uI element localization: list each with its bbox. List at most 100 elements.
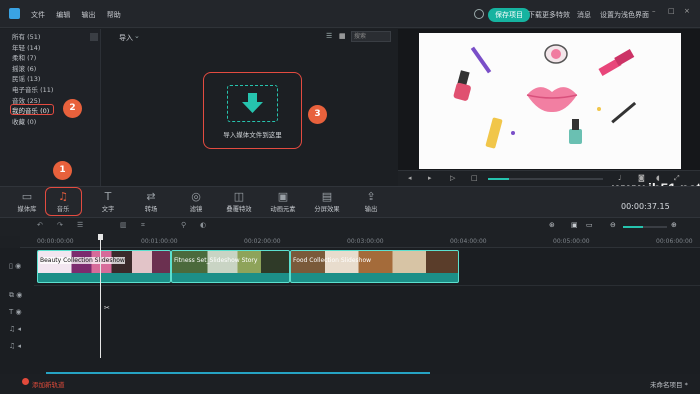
ruler-tick: 00:02:00:00 (244, 238, 281, 245)
callout-drop-zone (203, 72, 302, 149)
delete-icon[interactable]: ▥ (120, 221, 127, 229)
zoom-slider-fill (623, 226, 643, 228)
crop-icon[interactable]: ⌗ (141, 221, 145, 230)
stop-icon[interactable]: □ (471, 174, 478, 182)
playback-progress (488, 178, 509, 180)
split-screen-icon: ▤ (321, 190, 333, 203)
tool-split-screen[interactable]: ▤ 分屏效果 (307, 189, 347, 214)
ruler-tick: 00:05:00:00 (553, 238, 590, 245)
tool-label: 输出 (364, 206, 378, 213)
search-input[interactable]: 搜索 (351, 31, 391, 42)
play-icon[interactable]: ▷ (450, 174, 455, 182)
callout-music-tab (45, 187, 82, 216)
headphone-icon[interactable] (474, 9, 484, 19)
step-back-icon[interactable]: ▸ (428, 174, 432, 182)
messages-link[interactable]: 消息 (577, 10, 591, 20)
tool-label: 转场 (144, 206, 158, 213)
maximize-icon[interactable]: □ (668, 7, 675, 15)
preview-image (419, 33, 681, 169)
tool-elements[interactable]: ▣ 动画元素 (263, 189, 303, 214)
theme-toggle-link[interactable]: 设置为浅色界面 (600, 10, 649, 20)
zoom-icon[interactable]: ⚲ (181, 221, 186, 229)
chevron-down-icon[interactable]: ⌄ (134, 32, 140, 40)
preview-timecode: 00:00:37.15 (621, 202, 670, 211)
timeline-controls: ↶ ↷ ☰ ▥ ⌗ ⚲ ◐ ⊛ ▣ ▭ ⊖ ⊕ (0, 218, 700, 236)
tool-label: 分屏效果 (314, 206, 340, 213)
save-project-button[interactable]: 保存项目 (488, 8, 530, 22)
cosmetics-illustration (453, 44, 637, 149)
playhead[interactable] (100, 236, 101, 358)
grid-view-icon[interactable]: ▦ (339, 32, 346, 40)
timeline-ruler: 00:00:00:00 00:01:00:00 00:02:00:00 00:0… (20, 236, 700, 248)
menu-file[interactable]: 文件 (31, 11, 45, 19)
tool-label: 滤镜 (189, 206, 203, 213)
video-clip[interactable]: Fitness Set_Slideshow Story (171, 250, 290, 283)
list-view-icon[interactable]: ☰ (326, 32, 332, 40)
scissors-icon[interactable]: ✂ (104, 304, 110, 312)
ruler-tick: 00:06:00:00 (656, 238, 693, 245)
ruler-tick: 00:01:00:00 (141, 238, 178, 245)
text-icon: T (104, 190, 112, 203)
image-icon: ▣ (277, 190, 289, 203)
tool-filter[interactable]: ◎ 滤镜 (176, 189, 216, 214)
library-item-favorites[interactable]: 收藏 (0) (0, 117, 100, 128)
fit-icon[interactable]: ▭ (586, 221, 593, 229)
library-item-folk[interactable]: 民谣 (13) (0, 74, 100, 85)
library-item-young[interactable]: 年轻 (14) (0, 43, 100, 54)
undo-icon[interactable]: ↶ (37, 221, 43, 229)
video-clip[interactable]: Food Collection Slideshow (290, 250, 459, 283)
app-logo (9, 8, 20, 19)
zoom-slider[interactable] (623, 226, 667, 228)
zoom-out-icon[interactable]: ⊖ (610, 221, 616, 229)
track-lines (34, 285, 700, 286)
ruler-tick: 00:04:00:00 (450, 238, 487, 245)
feature-toolbar: ▭ 媒体库 ♫ 音乐 T 文字 ⇄ 转场 ◎ 滤镜 ◫ 叠覆特效 ▣ 动画元素 ▤ 分屏效果 ⇪… (0, 186, 700, 218)
menu-export[interactable]: 输出 (81, 11, 95, 19)
project-name: 未命名项目 * (650, 381, 688, 389)
clip-title: Beauty Collection Slideshow (40, 257, 125, 264)
color-icon[interactable]: ◐ (200, 221, 206, 229)
filter-icon: ◎ (191, 190, 201, 203)
overlay-icon: ◫ (233, 190, 245, 203)
library-item-rock[interactable]: 摇滚 (6) (0, 64, 100, 75)
title-bar: 文件 编辑 输出 帮助 保存项目 下载更多特效 消息 设置为浅色界面 – □ × (0, 0, 700, 28)
status-bar: 添加新轨道 未命名项目 * (0, 374, 700, 394)
tool-overlay[interactable]: ◫ 叠覆特效 (219, 189, 259, 214)
add-track-icon[interactable] (22, 378, 29, 385)
zoom-in-icon[interactable]: ⊕ (671, 221, 677, 229)
library-item-all[interactable]: 所有 (51) (0, 32, 100, 43)
menu-help[interactable]: 帮助 (107, 11, 121, 19)
import-dropdown[interactable]: 导入 (119, 33, 133, 43)
tool-export[interactable]: ⇪ 输出 (351, 189, 391, 214)
prev-frame-icon[interactable]: ◂ (408, 174, 412, 182)
redo-icon[interactable]: ↷ (57, 221, 63, 229)
clip-title: Fitness Set_Slideshow Story (174, 257, 258, 264)
tool-text[interactable]: T 文字 (88, 189, 128, 214)
tool-transition[interactable]: ⇄ 转场 (131, 189, 171, 214)
track-header-audio2: ♫ ◂ (9, 342, 22, 350)
track-area: ▯ ◉ ⧉ ◉ T ◉ ♫ ◂ ♫ ◂ Beauty Collection Sl… (0, 234, 700, 374)
ruler-tick: 00:00:00:00 (37, 238, 74, 245)
playhead-handle[interactable] (98, 234, 103, 240)
menu-edit[interactable]: 编辑 (56, 11, 70, 19)
adjust-icon[interactable]: ☰ (77, 221, 83, 229)
minimize-icon[interactable]: – (652, 7, 656, 15)
callout-number-3: 3 (308, 105, 327, 124)
add-track-button[interactable]: 添加新轨道 (32, 379, 65, 389)
close-icon[interactable]: × (684, 7, 690, 15)
menu-bar: 文件 编辑 输出 帮助 (31, 10, 130, 20)
preview-panel: ◂ ▸ ▷ □ ♩ ◙ ◖ ⤢ (398, 29, 700, 186)
track-header-audio1: ♫ ◂ (9, 325, 22, 333)
callout-number-1: 1 (53, 161, 72, 180)
render-icon[interactable]: ⊛ (549, 221, 555, 229)
tool-media[interactable]: ▭ 媒体库 (7, 189, 47, 214)
download-effects-link[interactable]: 下载更多特效 (528, 10, 570, 20)
folder-icon: ▭ (21, 190, 33, 203)
callout-my-music (10, 104, 54, 115)
tool-label: 文字 (101, 206, 115, 213)
video-clip[interactable]: Beauty Collection Slideshow (37, 250, 171, 283)
playback-slider[interactable] (488, 178, 603, 180)
snap-icon[interactable]: ▣ (571, 221, 578, 229)
library-item-electronic[interactable]: 电子音乐 (11) (0, 85, 100, 96)
library-item-soft[interactable]: 柔和 (7) (0, 53, 100, 64)
